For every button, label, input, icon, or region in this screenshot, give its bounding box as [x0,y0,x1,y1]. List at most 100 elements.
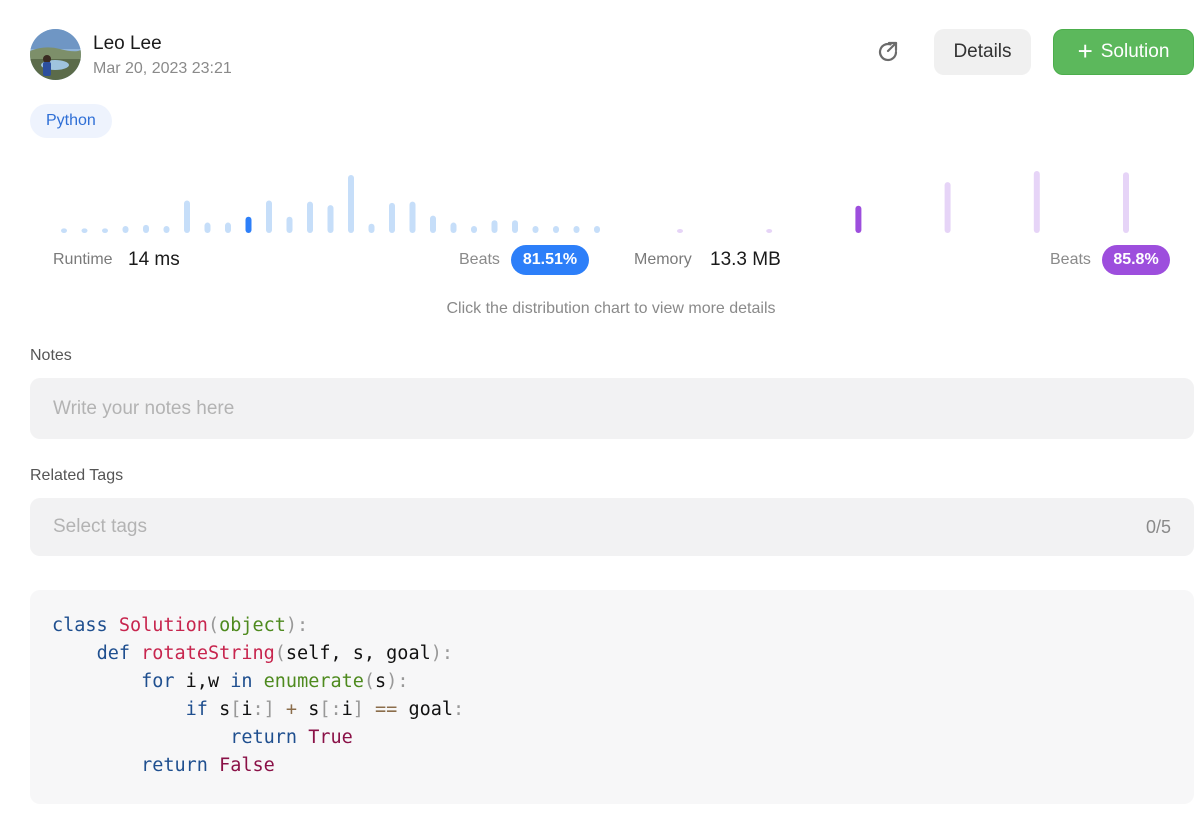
code-token: i,w [185,671,231,692]
notes-input[interactable] [30,378,1194,439]
code-token: if [185,699,220,720]
code-token: for [141,671,186,692]
code-token: class [52,615,119,636]
code-token: self, s, goal [285,643,431,664]
runtime-bar-13[interactable] [307,201,313,233]
runtime-bar-27[interactable] [594,226,600,233]
memory-bar-2[interactable] [766,229,773,233]
runtime-bar-21[interactable] [471,226,477,233]
runtime-bar-7[interactable] [184,200,190,233]
code-line: return False [52,752,1194,780]
code-line: return True [52,724,1194,752]
external-refresh-button[interactable] [872,36,904,68]
chart-hint: Click the distribution chart to view mor… [446,300,776,317]
memory-bar-1[interactable] [677,229,683,233]
runtime-bar-5[interactable] [143,224,149,233]
code-block[interactable]: class Solution(object): def rotateString… [30,590,1194,804]
runtime-label: Runtime [53,251,113,268]
code-token: == [363,699,409,720]
code-token: ): [430,643,453,664]
code-token: s [219,699,231,720]
code-token: :] [252,699,275,720]
code-token: i [341,699,353,720]
runtime-bar-15[interactable] [348,175,354,233]
code-token: s [375,671,387,692]
code-token: s [308,699,320,720]
code-line: if s[i:] + s[:i] == goal: [52,696,1194,724]
details-button[interactable]: Details [934,29,1031,75]
user-name[interactable]: Leo Lee [93,33,162,55]
code-token: ): [285,615,309,636]
submission-timestamp: Mar 20, 2023 23:21 [93,60,232,77]
memory-bar-5[interactable] [1033,171,1040,233]
code-token: ( [207,615,220,636]
runtime-bar-24[interactable] [532,226,539,233]
add-solution-button[interactable]: + Solution [1053,29,1194,75]
code-token: True [308,727,353,748]
memory-beats-label: Beats [1050,251,1091,268]
solution-button-label: Solution [1100,41,1170,62]
runtime-bar-1[interactable] [61,228,67,233]
code-token: enumerate [263,671,364,692]
code-token: + [274,699,309,720]
avatar[interactable] [30,29,81,80]
runtime-bar-22[interactable] [491,220,498,233]
runtime-bar-6[interactable] [163,226,170,233]
runtime-bar-3[interactable] [102,228,108,233]
external-refresh-icon [878,41,898,62]
notes-label: Notes [30,347,72,364]
runtime-bar-10[interactable] [245,216,252,233]
memory-label: Memory [634,251,692,268]
runtime-bar-23[interactable] [512,220,518,233]
tags-count: 0/5 [1145,516,1171,537]
related-tags-label: Related Tags [30,467,124,484]
memory-bar-4[interactable] [944,182,951,233]
runtime-bar-26[interactable] [573,226,580,233]
memory-beats-badge: 85.8% [1102,245,1170,275]
memory-distribution-chart[interactable] [677,171,1129,233]
plus-icon: + [1077,35,1093,66]
code-token: [: [319,699,342,720]
runtime-bar-18[interactable] [409,201,416,233]
code-token: ): [386,671,409,692]
runtime-bar-25[interactable] [553,226,559,233]
runtime-bar-9[interactable] [225,222,231,233]
runtime-value: 14 ms [128,249,180,270]
runtime-bar-2[interactable] [81,228,88,233]
runtime-bar-11[interactable] [266,200,272,233]
runtime-bar-16[interactable] [368,223,375,233]
runtime-bar-20[interactable] [450,222,457,233]
code-line: class Solution(object): [52,612,1194,640]
code-token: return [230,727,309,748]
tags-select[interactable]: Select tags 0/5 [30,498,1194,556]
code-token: ] [352,699,364,720]
runtime-beats-badge: 81.51% [511,245,589,275]
code-token: in [230,671,264,692]
runtime-distribution-chart[interactable] [61,175,600,233]
runtime-bar-17[interactable] [389,202,395,233]
memory-bar-6[interactable] [1123,172,1129,233]
code-token: False [219,755,275,776]
runtime-bar-8[interactable] [204,222,211,233]
code-token: ( [274,643,286,664]
runtime-beats-label: Beats [459,251,500,268]
code-token: object [219,615,286,636]
code-token: def [96,643,142,664]
runtime-bar-19[interactable] [430,215,436,233]
code-token: return [141,755,220,776]
runtime-bar-4[interactable] [122,226,129,233]
tags-placeholder: Select tags [53,516,147,537]
code-token: i [241,699,253,720]
runtime-bar-14[interactable] [327,205,334,233]
code-token: ( [363,671,376,692]
language-tag: Python [30,104,112,138]
code-token: Solution [118,615,208,636]
code-token: rotateString [141,643,275,664]
avatar-image [30,29,81,80]
code-line: for i,w in enumerate(s): [52,668,1194,696]
memory-bar-3[interactable] [855,205,862,233]
runtime-bar-12[interactable] [286,216,293,233]
distribution-chart[interactable] [0,150,1200,240]
